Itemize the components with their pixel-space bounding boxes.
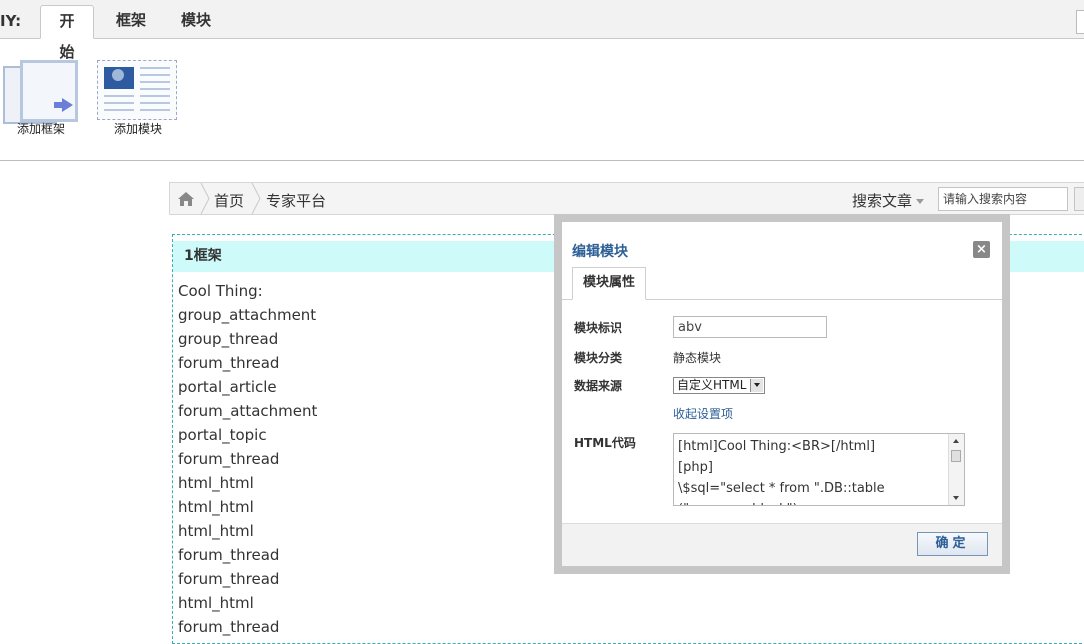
list-item: Cool Thing: <box>178 282 263 300</box>
tab-frame-label: 框架 <box>116 11 147 29</box>
scroll-thumb[interactable] <box>951 450 961 462</box>
diy-tab-strip: IY: 开始 框架 模块 <box>0 0 1084 61</box>
list-item: group_attachment <box>178 306 317 324</box>
dialog-body: 编辑模块 × 模块属性 模块标识 模块分类 静态模块 数据来源 自定义HTML … <box>562 222 1002 566</box>
data-source-label: 数据来源 <box>574 379 623 393</box>
list-item: forum_thread <box>178 354 280 372</box>
chevron-down-icon <box>750 379 763 392</box>
list-item: html_html <box>178 498 254 516</box>
html-code-textarea[interactable]: [html]Cool Thing:<BR>[/html] [php] \$sql… <box>673 433 965 506</box>
tab-module[interactable]: 模块 <box>169 5 223 38</box>
list-item: forum_thread <box>178 450 280 468</box>
module-id-input[interactable] <box>673 316 827 338</box>
list-item: html_html <box>178 522 254 540</box>
scroll-up-icon[interactable] <box>953 439 959 443</box>
list-item: forum_thread <box>178 618 280 636</box>
home-icon[interactable] <box>178 192 194 206</box>
diy-label: IY: <box>0 12 22 30</box>
html-code-label: HTML代码 <box>574 436 636 450</box>
html-code-text: [html]Cool Thing:<BR>[/html] [php] \$sql… <box>678 439 885 505</box>
edit-module-dialog: 编辑模块 × 模块属性 模块标识 模块分类 静态模块 数据来源 自定义HTML … <box>554 214 1010 574</box>
diy-toolbar: IY: 开始 框架 模块 添加框架 添加模块 <box>0 0 1084 161</box>
scroll-down-icon[interactable] <box>953 496 959 500</box>
tab-frame[interactable]: 框架 <box>104 5 158 38</box>
list-item: portal_topic <box>178 426 267 444</box>
ok-button[interactable]: 确定 <box>917 532 988 556</box>
dialog-title: 编辑模块 <box>572 244 628 260</box>
collapse-settings-link[interactable]: 收起设置项 <box>673 405 733 422</box>
module-id-label: 模块标识 <box>574 321 623 335</box>
dialog-footer: 确定 <box>562 523 1002 566</box>
breadcrumb-separator-icon <box>200 183 210 214</box>
module-category-value: 静态模块 <box>673 351 722 365</box>
add-frame-label: 添加框架 <box>16 122 65 136</box>
add-frame-icon <box>0 60 82 124</box>
chevron-down-icon <box>916 199 925 204</box>
list-item: forum_attachment <box>178 402 318 420</box>
code-scrollbar[interactable] <box>948 434 964 505</box>
breadcrumb-home[interactable]: 首页 <box>214 190 244 211</box>
tab-start[interactable]: 开始 <box>40 5 94 61</box>
breadcrumb-separator-icon <box>251 183 261 214</box>
add-module-icon <box>97 60 177 120</box>
tab-module-properties[interactable]: 模块属性 <box>572 267 646 300</box>
breadcrumb-expert-platform[interactable]: 专家平台 <box>266 190 326 211</box>
module-category-label: 模块分类 <box>574 351 623 365</box>
list-item: html_html <box>178 594 254 612</box>
search-button[interactable] <box>1074 187 1084 211</box>
list-item: group_thread <box>178 330 279 348</box>
breadcrumb: 首页 专家平台 搜索文章 <box>169 182 1084 215</box>
list-item: html_html <box>178 474 254 492</box>
list-item: forum_thread <box>178 546 280 564</box>
list-item: portal_article <box>178 378 277 396</box>
data-source-value: 自定义HTML <box>677 378 747 392</box>
diy-right-control[interactable] <box>1076 10 1084 34</box>
search-type-label: 搜索文章 <box>852 192 913 210</box>
tab-module-label: 模块 <box>181 11 212 29</box>
frame-list: Cool Thing: group_attachment group_threa… <box>178 281 317 641</box>
list-item: forum_thread <box>178 570 280 588</box>
search-type-select[interactable]: 搜索文章 <box>852 190 925 211</box>
search-input[interactable] <box>938 187 1068 211</box>
close-icon[interactable]: × <box>973 241 990 258</box>
add-module-label: 添加模块 <box>113 122 162 136</box>
tab-start-label: 开始 <box>59 12 75 61</box>
data-source-select[interactable]: 自定义HTML <box>673 377 765 394</box>
